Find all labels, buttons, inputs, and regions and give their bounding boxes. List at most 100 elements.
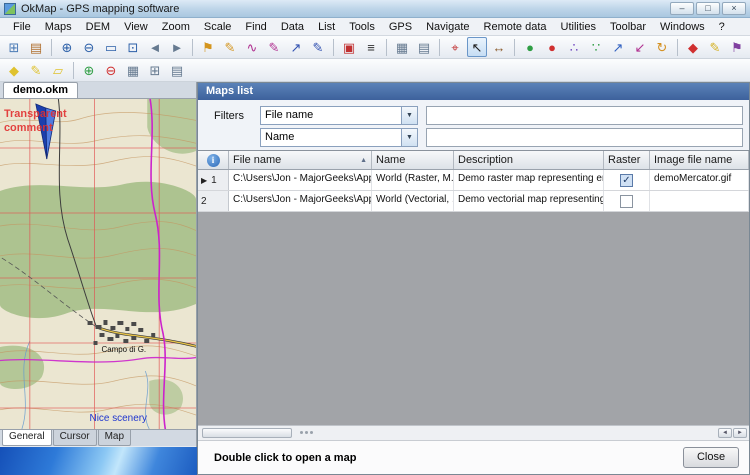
filter-field-2-value: Name xyxy=(261,129,401,146)
marker-green-icon[interactable]: ● xyxy=(520,37,540,57)
measure-distance-icon[interactable]: ↔ xyxy=(489,37,509,57)
title-bar[interactable]: OkMap - GPS mapping software – □ × xyxy=(0,0,750,18)
menu-remote-data[interactable]: Remote data xyxy=(477,19,554,35)
menu-navigate[interactable]: Navigate xyxy=(419,19,476,35)
fill-area-tool-icon[interactable]: ▱ xyxy=(48,60,68,80)
toolbar-main: ⊞▤⊕⊖▭⊡◄►⚑✎∿✎↗✎▣≡▦▤⌖↖↔●●∴∵↗↙↻◆✎⚑ xyxy=(0,36,750,59)
gps-position-icon[interactable]: ⌖ xyxy=(445,37,465,57)
cluster-points-icon[interactable]: ∵ xyxy=(586,37,606,57)
marker-red-icon[interactable]: ● xyxy=(542,37,562,57)
zoom-previous-icon[interactable]: ◄ xyxy=(145,37,165,57)
menu-view[interactable]: View xyxy=(117,19,155,35)
add-item-icon[interactable]: ⊕ xyxy=(79,60,99,80)
zoom-window-icon[interactable]: ▭ xyxy=(101,37,121,57)
track-edit-icon[interactable]: ✎ xyxy=(264,37,284,57)
route-edit-icon[interactable]: ✎ xyxy=(308,37,328,57)
maximize-button[interactable]: □ xyxy=(696,2,720,15)
map-open-icon[interactable]: ▤ xyxy=(26,37,46,57)
filter-file-name-input[interactable] xyxy=(426,106,743,125)
erase-tool-icon[interactable]: ◆ xyxy=(4,60,24,80)
arrow-down-left-icon[interactable]: ↙ xyxy=(630,37,650,57)
map-info-tabstrip: GeneralCursorMap xyxy=(0,429,196,446)
layers-icon[interactable]: ▤ xyxy=(414,37,434,57)
menu-maps[interactable]: Maps xyxy=(38,19,79,35)
minimize-button[interactable]: – xyxy=(670,2,694,15)
zoom-original-icon[interactable]: ⊡ xyxy=(123,37,143,57)
footer-hint: Double click to open a map xyxy=(214,452,356,464)
highlight-tool-icon[interactable]: ✎ xyxy=(26,60,46,80)
scroll-right-icon[interactable]: ► xyxy=(733,428,747,438)
form-view-icon[interactable]: ▤ xyxy=(167,60,187,80)
row-indicator[interactable]: ▶1 xyxy=(198,170,229,190)
menu-scale[interactable]: Scale xyxy=(197,19,239,35)
map-new-icon[interactable]: ⊞ xyxy=(4,37,24,57)
menu-tools[interactable]: Tools xyxy=(342,19,382,35)
text-label-icon[interactable]: ≡ xyxy=(361,37,381,57)
delete-item-icon[interactable]: ⊖ xyxy=(101,60,121,80)
menu-find[interactable]: Find xyxy=(238,19,273,35)
row-indicator[interactable]: 2 xyxy=(198,191,229,211)
column-header-description[interactable]: Description xyxy=(454,151,604,169)
table-row[interactable]: ▶1C:\Users\Jon - MajorGeeks\AppData\...W… xyxy=(198,170,749,191)
waypoint-new-icon[interactable]: ⚑ xyxy=(198,37,218,57)
route-new-icon[interactable]: ↗ xyxy=(286,37,306,57)
column-header-raster[interactable]: Raster xyxy=(604,151,650,169)
menu-utilities[interactable]: Utilities xyxy=(554,19,603,35)
menu-dem[interactable]: DEM xyxy=(79,19,117,35)
tab-cursor[interactable]: Cursor xyxy=(53,430,97,446)
window-title: OkMap - GPS mapping software xyxy=(21,3,670,15)
close-button[interactable]: × xyxy=(722,2,746,15)
flag-marker-icon[interactable]: ⚑ xyxy=(727,37,747,57)
menu-data[interactable]: Data xyxy=(274,19,311,35)
map-viewport[interactable]: Campo di G. Transparent comment Nice sce… xyxy=(0,99,196,429)
grid-toggle-icon[interactable]: ▦ xyxy=(392,37,412,57)
maps-list-header[interactable]: Maps list xyxy=(198,83,749,100)
tab-general[interactable]: General xyxy=(2,430,52,446)
select-cursor-icon[interactable]: ↖ xyxy=(467,37,487,57)
arrow-up-right-icon[interactable]: ↗ xyxy=(608,37,628,57)
menu-zoom[interactable]: Zoom xyxy=(155,19,197,35)
table-new-icon[interactable]: ⊞ xyxy=(145,60,165,80)
menu-help[interactable]: ? xyxy=(712,19,732,35)
filter-field-select-1[interactable]: File name ▼ xyxy=(260,106,418,125)
filter-field-select-2[interactable]: Name ▼ xyxy=(260,128,418,147)
zoom-in-icon[interactable]: ⊕ xyxy=(57,37,77,57)
menu-gps[interactable]: GPS xyxy=(382,19,419,35)
info-column-header[interactable]: i xyxy=(198,151,229,169)
cell-file: C:\Users\Jon - MajorGeeks\AppData\... xyxy=(229,191,372,211)
raster-checkbox[interactable] xyxy=(620,195,633,208)
table-view-icon[interactable]: ▦ xyxy=(123,60,143,80)
track-new-icon[interactable]: ∿ xyxy=(242,37,262,57)
tab-map[interactable]: Map xyxy=(98,430,131,446)
maps-grid: iFile name▲NameDescriptionRasterImage fi… xyxy=(198,150,749,425)
scroll-left-icon[interactable]: ◄ xyxy=(718,428,732,438)
draw-pencil-icon[interactable]: ✎ xyxy=(705,37,725,57)
table-row[interactable]: 2C:\Users\Jon - MajorGeeks\AppData\...Wo… xyxy=(198,191,749,212)
column-header-name[interactable]: Name xyxy=(372,151,454,169)
comment-new-icon[interactable]: ▣ xyxy=(339,37,359,57)
toolbar-separator xyxy=(677,39,678,56)
raster-checkbox[interactable]: ✓ xyxy=(620,174,633,187)
menu-toolbar[interactable]: Toolbar xyxy=(603,19,653,35)
menu-list[interactable]: List xyxy=(311,19,342,35)
map-canvas[interactable]: Campo di G. Transparent comment Nice sce… xyxy=(0,99,196,429)
scrollbar-thumb[interactable] xyxy=(202,428,292,438)
column-header-image-file-name[interactable]: Image file name xyxy=(650,151,749,169)
rotate-view-icon[interactable]: ↻ xyxy=(652,37,672,57)
zoom-out-icon[interactable]: ⊖ xyxy=(79,37,99,57)
grid-rows: ▶1C:\Users\Jon - MajorGeeks\AppData\...W… xyxy=(198,170,749,212)
menu-windows[interactable]: Windows xyxy=(653,19,712,35)
waypoint-edit-icon[interactable]: ✎ xyxy=(220,37,240,57)
column-header-file-name[interactable]: File name▲ xyxy=(229,151,372,169)
scatter-points-icon[interactable]: ∴ xyxy=(564,37,584,57)
horizontal-scrollbar[interactable]: ◄ ► xyxy=(198,425,749,440)
filter-name-input[interactable] xyxy=(426,128,743,147)
chevron-down-icon[interactable]: ▼ xyxy=(401,129,417,146)
tab-demo-okm[interactable]: demo.okm xyxy=(3,82,78,98)
toolbar-separator xyxy=(439,39,440,56)
zoom-next-icon[interactable]: ► xyxy=(167,37,187,57)
diamond-marker-icon[interactable]: ◆ xyxy=(683,37,703,57)
menu-file[interactable]: File xyxy=(6,19,38,35)
close-panel-button[interactable]: Close xyxy=(683,447,739,468)
chevron-down-icon[interactable]: ▼ xyxy=(401,107,417,124)
